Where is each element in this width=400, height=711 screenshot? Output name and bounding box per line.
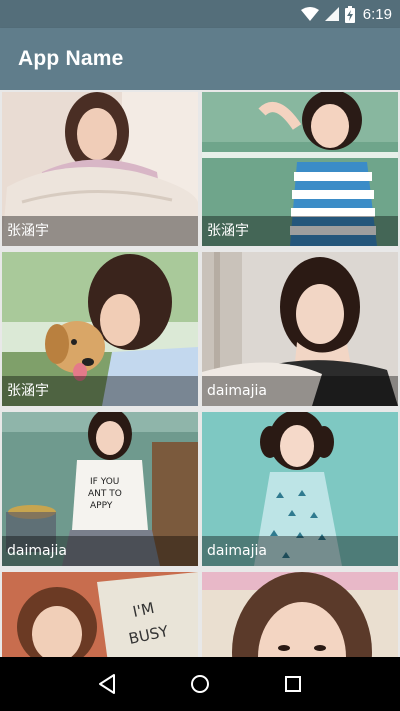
girl-smiling-closeup-photo xyxy=(202,572,398,657)
recents-icon[interactable] xyxy=(273,664,313,704)
status-bar: 6:19 xyxy=(0,0,400,28)
card-caption: daimajia xyxy=(202,536,398,566)
photo-grid[interactable]: 张涵宇 张涵宇 张涵宇 daimajia IF YOU ANT TO APPY … xyxy=(0,90,400,657)
navigation-bar xyxy=(0,657,400,711)
home-icon[interactable] xyxy=(180,664,220,704)
card-caption: 张涵宇 xyxy=(2,376,198,406)
battery-charging-icon xyxy=(344,5,355,23)
gallery-card[interactable]: 张涵宇 xyxy=(2,252,198,406)
card-caption: 张涵宇 xyxy=(202,216,398,246)
app-title: App Name xyxy=(18,47,124,70)
girl-busy-bag-photo: I'M BUSY xyxy=(2,572,198,657)
gallery-card[interactable] xyxy=(202,572,398,657)
gallery-card[interactable]: daimajia xyxy=(202,252,398,406)
gallery-card[interactable]: daimajia xyxy=(202,412,398,566)
gallery-card[interactable]: I'M BUSY xyxy=(2,572,198,657)
gallery-card[interactable]: 张涵宇 xyxy=(2,92,198,246)
gallery-card[interactable]: IF YOU ANT TO APPY daimajia xyxy=(2,412,198,566)
card-caption: 张涵宇 xyxy=(2,216,198,246)
svg-text:IF YOU: IF YOU xyxy=(90,477,119,487)
card-caption: daimajia xyxy=(2,536,198,566)
card-caption: daimajia xyxy=(202,376,398,406)
back-icon[interactable] xyxy=(87,664,127,704)
wifi-icon xyxy=(300,7,319,21)
svg-text:ANT TO: ANT TO xyxy=(88,489,122,499)
app-bar: App Name xyxy=(0,28,400,90)
status-time: 6:19 xyxy=(362,5,392,23)
signal-icon xyxy=(324,7,339,21)
gallery-card[interactable]: 张涵宇 xyxy=(202,92,398,246)
svg-text:APPY: APPY xyxy=(90,501,113,511)
